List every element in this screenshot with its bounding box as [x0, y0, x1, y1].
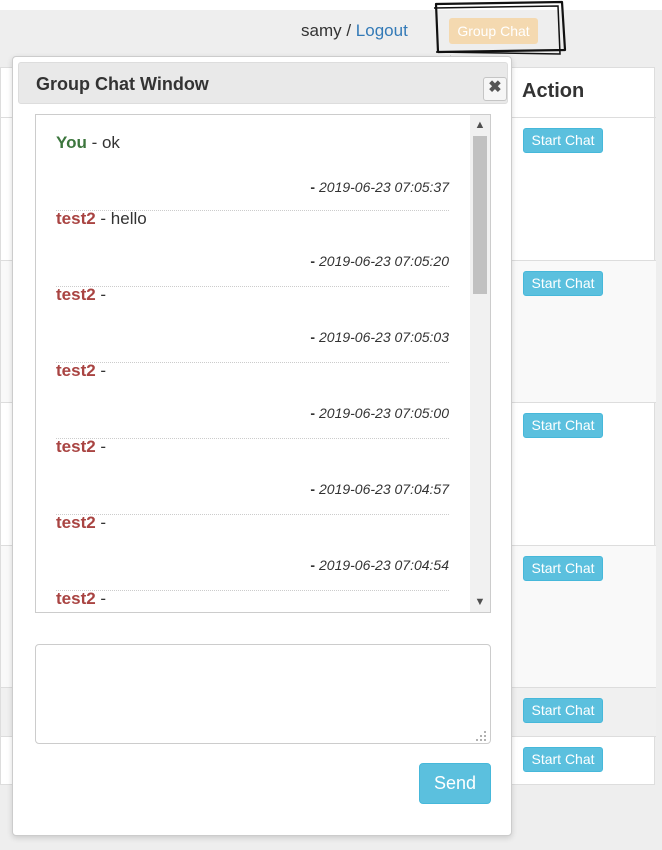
message-timestamp: -2019-06-23 07:04:54 [310, 557, 449, 573]
start-chat-button[interactable]: Start Chat [523, 698, 603, 723]
messages-panel[interactable]: You - ok -2019-06-23 07:05:37 test2 - he… [35, 114, 491, 613]
scroll-up-arrow-icon[interactable]: ▲ [470, 115, 490, 135]
message-item: test2 - hello -2019-06-23 07:05:20 [56, 209, 449, 287]
user-area: samy / Logout [301, 20, 408, 42]
message-item: test2 - -2019-06-23 07:04:54 [56, 513, 449, 591]
start-chat-button[interactable]: Start Chat [523, 271, 603, 296]
message-dash: - [95, 209, 111, 228]
start-chat-button[interactable]: Start Chat [523, 128, 603, 153]
start-chat-button[interactable]: Start Chat [523, 556, 603, 581]
message-item: You - ok -2019-06-23 07:05:37 [56, 132, 449, 211]
separator: / [341, 21, 356, 40]
message-text: hello [110, 209, 147, 228]
message-sender: You [56, 133, 87, 152]
message-timestamp: -2019-06-23 07:05:00 [310, 405, 449, 421]
message-sender: test2 [56, 437, 96, 456]
page-top-bar [0, 0, 662, 10]
message-dash: - [95, 513, 107, 532]
message-item: test2 - -2019-06-23 07:05:03 [56, 285, 449, 363]
message-text: ok [101, 133, 120, 152]
send-button[interactable]: Send [419, 763, 491, 804]
messages-scrollbar[interactable]: ▲ ▼ [470, 115, 490, 612]
message-timestamp: -2019-06-23 07:05:37 [310, 179, 449, 195]
message-sender: test2 [56, 361, 96, 380]
dialog-titlebar[interactable]: Group Chat Window ✖ [18, 62, 508, 104]
username: samy [301, 21, 342, 40]
scrollbar-thumb[interactable] [473, 136, 487, 294]
group-chat-dialog: Group Chat Window ✖ You - ok -2019-06-23… [12, 56, 512, 836]
message-item: test2 - [56, 589, 449, 612]
message-sender: test2 [56, 513, 96, 532]
message-input[interactable] [35, 644, 491, 744]
close-icon: ✖ [488, 79, 502, 96]
message-timestamp: -2019-06-23 07:05:20 [310, 253, 449, 269]
action-column-header: Action [522, 80, 585, 102]
start-chat-button[interactable]: Start Chat [523, 747, 603, 772]
group-chat-button[interactable]: Group Chat [449, 18, 538, 44]
message-item: test2 - -2019-06-23 07:05:00 [56, 361, 449, 439]
dialog-title: Group Chat Window [36, 74, 209, 94]
message-dash: - [95, 437, 107, 456]
message-item: test2 - -2019-06-23 07:04:57 [56, 437, 449, 515]
scroll-down-arrow-icon[interactable]: ▼ [470, 592, 490, 612]
message-dash: - [95, 361, 107, 380]
close-button[interactable]: ✖ [483, 77, 507, 101]
message-sender: test2 [56, 209, 96, 228]
message-dash: - [95, 589, 107, 608]
start-chat-button[interactable]: Start Chat [523, 413, 603, 438]
message-dash: - [86, 133, 102, 152]
message-timestamp: -2019-06-23 07:04:57 [310, 481, 449, 497]
message-sender: test2 [56, 285, 96, 304]
message-sender: test2 [56, 589, 96, 608]
message-timestamp: -2019-06-23 07:05:03 [310, 329, 449, 345]
message-dash: - [95, 285, 107, 304]
logout-link[interactable]: Logout [356, 21, 408, 40]
